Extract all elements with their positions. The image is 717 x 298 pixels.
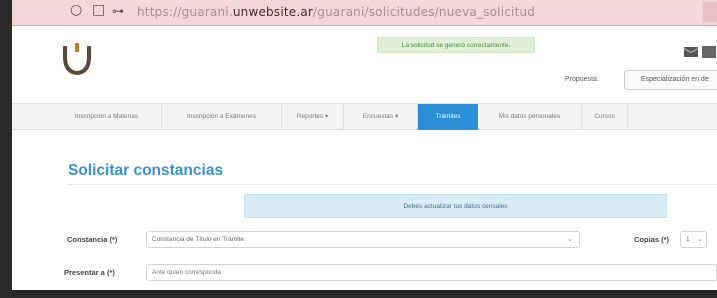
title-divider (67, 184, 717, 185)
square-icon[interactable]: □ (92, 2, 105, 18)
info-alert: Debés actualizar tus datos censales (244, 194, 667, 218)
page-title: Solicitar constancias (68, 162, 224, 179)
url-prefix: https://guarani. (137, 5, 233, 19)
address-field[interactable]: https://guarani.unwebsite.ar/guarani/sol… (137, 5, 535, 19)
success-message: La solicitud se generó correctamente. (377, 37, 535, 53)
browser-action-icon[interactable] (703, 2, 717, 22)
mail-icon[interactable] (684, 47, 698, 57)
presentar-input[interactable]: Ante quien corresponda (146, 264, 717, 281)
chevron-down-icon: ⌄ (697, 235, 703, 243)
browser-window: ○ □ ⊶ https://guarani.unwebsite.ar/guara… (12, 0, 717, 290)
browser-url-bar: ○ □ ⊶ https://guarani.unwebsite.ar/guara… (12, 0, 717, 26)
copias-value: 1 (686, 236, 690, 243)
menu-item-inscripcion-materias[interactable]: Inscripción a Materias (52, 104, 162, 130)
menu-item-cursos[interactable]: Cursos (582, 104, 628, 130)
menu-item-datos-personales[interactable]: Mis datos personales (478, 104, 582, 130)
circle-icon[interactable]: ○ (70, 2, 82, 18)
menu-item-inscripcion-examenes[interactable]: Inscripción a Exámenes (162, 104, 282, 130)
main-menu: Inscripción a Materias Inscripción a Exá… (12, 103, 717, 130)
menu-item-tramites[interactable]: Trámites (418, 104, 478, 130)
university-shield-logo[interactable] (62, 42, 92, 76)
menu-item-encuestas[interactable]: Encuestas ▾ (344, 104, 418, 130)
copias-label: Copias (*) (634, 235, 670, 244)
copias-select[interactable]: 1 ⌄ (680, 231, 707, 248)
constancia-value: Constancia de Título en Trámite (152, 236, 245, 243)
propuesta-select[interactable]: Especialización en de (624, 70, 717, 90)
key-icon: ⊶ (112, 4, 124, 18)
presentar-label: Presentar a (*) (64, 268, 115, 277)
url-domain: unwebsite.ar (232, 5, 314, 19)
user-icon[interactable] (702, 46, 716, 58)
url-path: /guarani/solicitudes/nueva_solicitud (313, 5, 536, 19)
propuesta-label: Propuesta: (565, 76, 599, 83)
constancia-select[interactable]: Constancia de Título en Trámite ⌄ (146, 231, 580, 248)
constancia-label: Constancia (*) (67, 235, 118, 244)
menu-item-reportes[interactable]: Reportes ▾ (282, 104, 344, 130)
chevron-down-icon: ⌄ (567, 235, 573, 243)
